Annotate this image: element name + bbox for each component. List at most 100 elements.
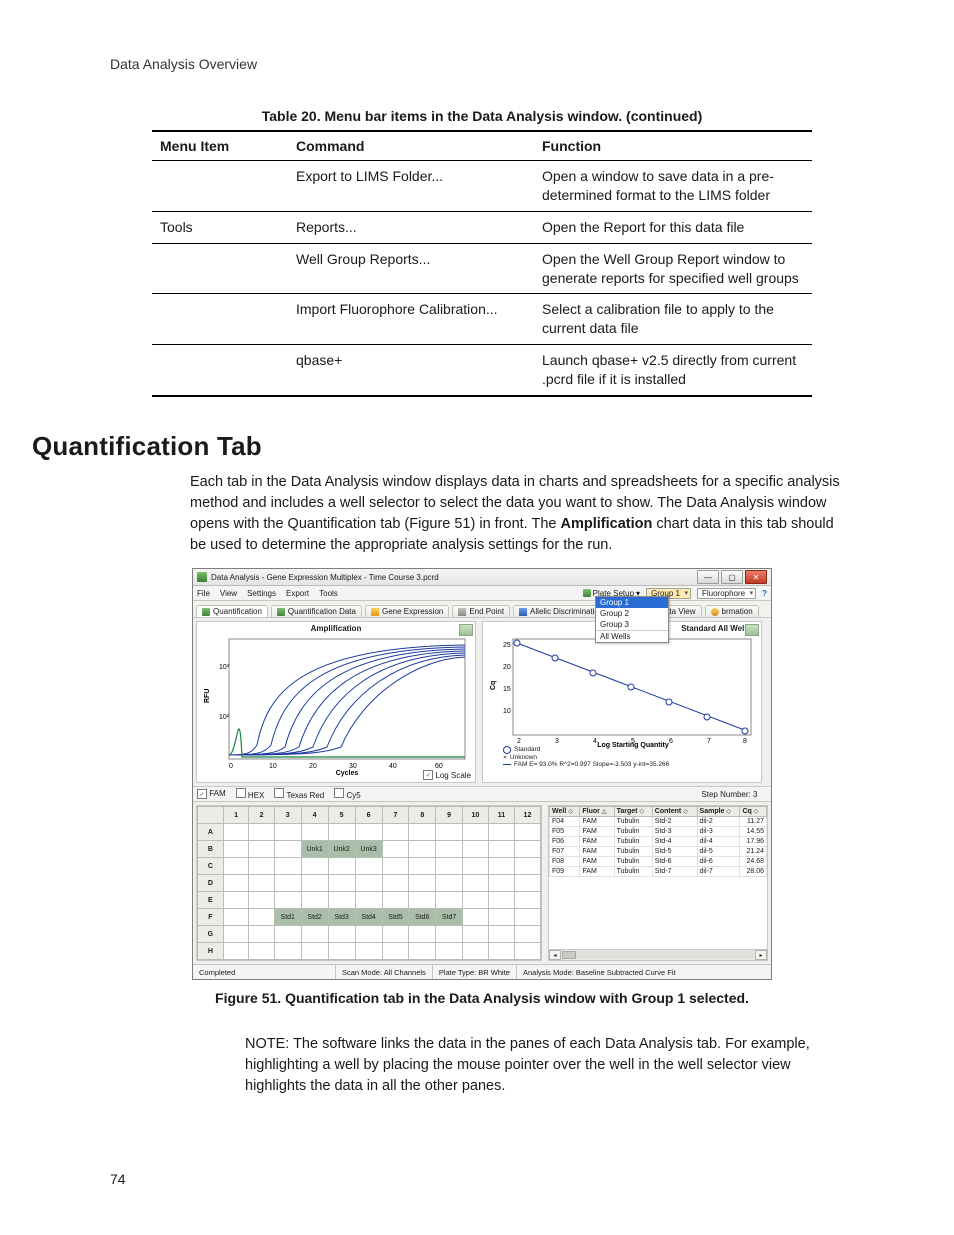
well-cell[interactable] xyxy=(409,926,436,943)
well-cell[interactable] xyxy=(514,841,540,858)
well-cell[interactable] xyxy=(301,943,328,960)
well-cell[interactable] xyxy=(223,943,249,960)
group-menu-item[interactable]: All Wells xyxy=(596,630,668,642)
well-cell[interactable] xyxy=(462,824,488,841)
menu-view[interactable]: View xyxy=(220,589,237,598)
fluorophore-dropdown[interactable]: Fluorophore xyxy=(697,588,756,599)
well-cell[interactable] xyxy=(249,926,275,943)
popout-icon[interactable] xyxy=(745,624,759,636)
well-cell[interactable] xyxy=(488,824,514,841)
well-cell[interactable] xyxy=(382,858,409,875)
well-cell[interactable] xyxy=(382,892,409,909)
well-cell[interactable] xyxy=(514,858,540,875)
well-cell[interactable]: Std7 xyxy=(436,909,463,926)
well-cell[interactable] xyxy=(328,943,355,960)
well-cell[interactable]: Unk1 xyxy=(301,841,328,858)
well-cell[interactable] xyxy=(355,892,382,909)
data-th[interactable]: Target ◇ xyxy=(614,807,652,817)
well-cell[interactable]: Std4 xyxy=(355,909,382,926)
well-cell[interactable]: Std6 xyxy=(409,909,436,926)
well-cell[interactable] xyxy=(328,892,355,909)
well-cell[interactable] xyxy=(488,841,514,858)
well-cell[interactable] xyxy=(355,824,382,841)
well-cell[interactable] xyxy=(328,926,355,943)
well-cell[interactable]: Unk2 xyxy=(328,841,355,858)
fluor-cy5-checkbox[interactable]: Cy5 xyxy=(334,788,360,800)
well-cell[interactable] xyxy=(274,875,301,892)
well-cell[interactable] xyxy=(355,875,382,892)
menu-file[interactable]: File xyxy=(197,589,210,598)
popout-icon[interactable] xyxy=(459,624,473,636)
close-button[interactable]: ✕ xyxy=(745,570,767,584)
well-cell[interactable] xyxy=(223,909,249,926)
well-cell[interactable] xyxy=(488,858,514,875)
well-cell[interactable]: Unk3 xyxy=(355,841,382,858)
maximize-button[interactable]: ▢ xyxy=(721,570,743,584)
well-cell[interactable] xyxy=(274,943,301,960)
well-cell[interactable] xyxy=(409,875,436,892)
tab-quantification-data[interactable]: Quantification Data xyxy=(271,605,362,617)
fluor-fam-checkbox[interactable]: ✓ FAM xyxy=(197,789,226,800)
well-cell[interactable] xyxy=(436,875,463,892)
data-th[interactable]: Cq ◇ xyxy=(740,807,767,817)
tab-gene-expression[interactable]: Gene Expression xyxy=(365,605,449,617)
well-cell[interactable]: Std1 xyxy=(274,909,301,926)
well-cell[interactable] xyxy=(488,875,514,892)
data-th[interactable]: Sample ◇ xyxy=(697,807,740,817)
well-cell[interactable] xyxy=(249,841,275,858)
well-cell[interactable] xyxy=(223,841,249,858)
scroll-left-icon[interactable]: ◂ xyxy=(549,950,561,960)
well-cell[interactable] xyxy=(462,858,488,875)
well-cell[interactable] xyxy=(223,892,249,909)
menu-settings[interactable]: Settings xyxy=(247,589,276,598)
well-cell[interactable] xyxy=(249,943,275,960)
well-cell[interactable] xyxy=(249,892,275,909)
help-button[interactable]: ? xyxy=(762,589,767,598)
scroll-right-icon[interactable]: ▸ xyxy=(755,950,767,960)
well-cell[interactable] xyxy=(436,943,463,960)
well-cell[interactable] xyxy=(355,926,382,943)
well-cell[interactable] xyxy=(249,824,275,841)
menu-tools[interactable]: Tools xyxy=(319,589,338,598)
data-th[interactable]: Content ◇ xyxy=(652,807,697,817)
minimize-button[interactable]: — xyxy=(697,570,719,584)
well-cell[interactable] xyxy=(328,875,355,892)
tab-end-point[interactable]: End Point xyxy=(452,605,510,617)
well-cell[interactable] xyxy=(301,875,328,892)
well-selector[interactable]: 123456789101112ABUnk1Unk2Unk3CDEFStd1Std… xyxy=(196,805,542,961)
well-cell[interactable] xyxy=(328,824,355,841)
well-cell[interactable] xyxy=(488,909,514,926)
well-cell[interactable] xyxy=(514,824,540,841)
tab-quantification[interactable]: Quantification xyxy=(196,605,268,617)
well-cell[interactable] xyxy=(436,858,463,875)
well-cell[interactable] xyxy=(462,943,488,960)
well-cell[interactable] xyxy=(355,943,382,960)
well-cell[interactable] xyxy=(301,892,328,909)
group-menu-item[interactable]: Group 2 xyxy=(596,608,668,619)
well-cell[interactable] xyxy=(462,909,488,926)
well-cell[interactable] xyxy=(514,875,540,892)
well-cell[interactable] xyxy=(488,926,514,943)
well-cell[interactable] xyxy=(301,926,328,943)
well-cell[interactable] xyxy=(274,841,301,858)
well-cell[interactable] xyxy=(274,926,301,943)
well-cell[interactable] xyxy=(436,841,463,858)
tab-info[interactable]: brmation xyxy=(705,605,759,617)
well-cell[interactable]: Std5 xyxy=(382,909,409,926)
well-cell[interactable] xyxy=(436,824,463,841)
well-cell[interactable] xyxy=(409,943,436,960)
well-cell[interactable] xyxy=(488,943,514,960)
well-cell[interactable] xyxy=(462,926,488,943)
well-cell[interactable] xyxy=(249,875,275,892)
horizontal-scrollbar[interactable]: ◂ ▸ xyxy=(549,949,767,960)
well-cell[interactable] xyxy=(409,858,436,875)
well-cell[interactable] xyxy=(382,875,409,892)
well-cell[interactable]: Std3 xyxy=(328,909,355,926)
well-cell[interactable] xyxy=(382,841,409,858)
well-cell[interactable] xyxy=(462,875,488,892)
well-cell[interactable] xyxy=(409,841,436,858)
fluor-hex-checkbox[interactable]: HEX xyxy=(236,788,265,800)
well-cell[interactable] xyxy=(274,858,301,875)
well-cell[interactable] xyxy=(436,892,463,909)
well-cell[interactable] xyxy=(249,858,275,875)
